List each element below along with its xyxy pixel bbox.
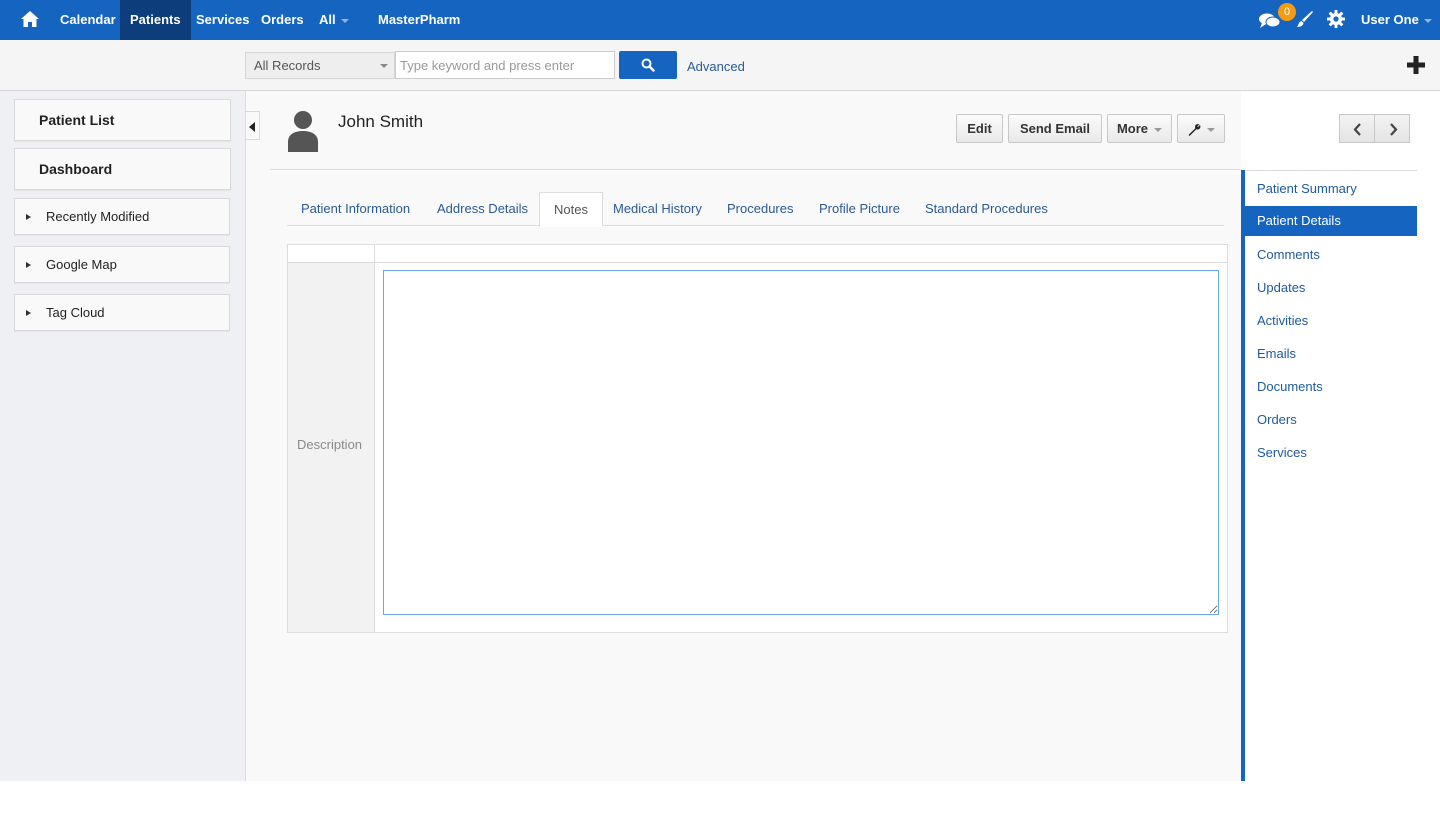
nav-all[interactable]: All: [309, 0, 359, 40]
patient-list-link[interactable]: Patient List: [14, 99, 231, 141]
home-icon[interactable]: [20, 9, 40, 29]
send-email-button[interactable]: Send Email: [1008, 114, 1102, 143]
edit-button[interactable]: Edit: [956, 114, 1003, 143]
record-section-nav: Patient Summary Patient Details Comments…: [1245, 172, 1417, 469]
left-sidebar: [0, 91, 246, 781]
avatar-icon: [288, 111, 318, 152]
nav-patient-details[interactable]: Patient Details: [1245, 206, 1417, 236]
gear-icon[interactable]: [1327, 10, 1345, 28]
record-scope-value: All Records: [254, 58, 321, 73]
advanced-search-link[interactable]: Advanced: [687, 59, 745, 74]
chevron-left-icon: [1353, 123, 1361, 136]
tab-standard-procedures[interactable]: Standard Procedures: [911, 192, 1062, 226]
nav-services[interactable]: Services: [1245, 436, 1417, 469]
tab-address-details[interactable]: Address Details: [423, 192, 542, 226]
nav-patients[interactable]: Patients: [120, 0, 191, 40]
nav-services[interactable]: Services: [186, 0, 260, 40]
record-tabs: Patient Information Address Details Note…: [287, 192, 1224, 227]
search-icon: [641, 58, 655, 72]
tab-profile-picture[interactable]: Profile Picture: [805, 192, 914, 226]
chevron-down-icon: [1423, 18, 1432, 23]
tab-medical-history[interactable]: Medical History: [599, 192, 716, 226]
brush-icon[interactable]: [1296, 10, 1314, 28]
panel-title: Tag Cloud: [46, 305, 105, 320]
recently-modified-panel[interactable]: Recently Modified: [14, 198, 230, 235]
nav-documents[interactable]: Documents: [1245, 370, 1417, 403]
search-input[interactable]: [395, 51, 615, 79]
plus-icon[interactable]: [1406, 55, 1426, 75]
chevron-down-icon: [380, 64, 388, 68]
user-menu[interactable]: User One: [1361, 0, 1432, 40]
brand-name[interactable]: MasterPharm: [378, 0, 460, 40]
description-textarea[interactable]: [383, 270, 1219, 615]
user-name: User One: [1361, 12, 1419, 27]
panel-title: Recently Modified: [46, 209, 150, 224]
patient-name: John Smith: [338, 112, 424, 131]
nav-calendar[interactable]: Calendar: [50, 0, 126, 40]
right-nav-divider: [1245, 170, 1417, 171]
nav-patient-summary[interactable]: Patient Summary: [1245, 172, 1417, 205]
search-button[interactable]: [619, 51, 677, 79]
notification-badge[interactable]: 0: [1278, 3, 1296, 21]
chevron-right-icon: [1390, 123, 1398, 136]
expand-arrow-icon: [26, 214, 31, 220]
google-map-panel[interactable]: Google Map: [14, 246, 230, 283]
tab-notes[interactable]: Notes: [539, 192, 603, 227]
panel-title: Google Map: [46, 257, 117, 272]
expand-arrow-icon: [26, 310, 31, 316]
chevron-down-icon: [1154, 127, 1163, 132]
more-button[interactable]: More: [1107, 114, 1172, 143]
tab-patient-information[interactable]: Patient Information: [287, 192, 424, 226]
tools-menu-button[interactable]: [1177, 114, 1225, 143]
nav-orders[interactable]: Orders: [1245, 403, 1417, 436]
nav-comments[interactable]: Comments: [1245, 238, 1417, 271]
dashboard-link[interactable]: Dashboard: [14, 148, 231, 190]
form-header-row: [288, 245, 1227, 263]
description-label: Description: [297, 437, 363, 452]
tag-cloud-panel[interactable]: Tag Cloud: [14, 294, 230, 331]
expand-arrow-icon: [26, 262, 31, 268]
nav-activities[interactable]: Activities: [1245, 304, 1417, 337]
nav-orders[interactable]: Orders: [251, 0, 314, 40]
chevron-down-icon: [1207, 127, 1215, 132]
nav-all-label: All: [319, 12, 336, 27]
chevron-left-icon: [249, 122, 255, 132]
header-divider: [270, 169, 1241, 170]
nav-updates[interactable]: Updates: [1245, 271, 1417, 304]
tab-procedures[interactable]: Procedures: [713, 192, 807, 226]
wrench-icon: [1188, 123, 1201, 136]
top-navbar: Calendar Patients Services Orders All Ma…: [0, 0, 1440, 40]
more-button-label: More: [1116, 121, 1149, 136]
record-scope-select[interactable]: All Records: [245, 52, 395, 79]
nav-emails[interactable]: Emails: [1245, 337, 1417, 370]
search-bar: All Records Advanced: [0, 40, 1440, 91]
next-record-button[interactable]: [1374, 114, 1410, 143]
previous-record-button[interactable]: [1339, 114, 1375, 143]
sidebar-collapse-toggle[interactable]: [246, 111, 260, 140]
chevron-down-icon: [340, 18, 349, 23]
